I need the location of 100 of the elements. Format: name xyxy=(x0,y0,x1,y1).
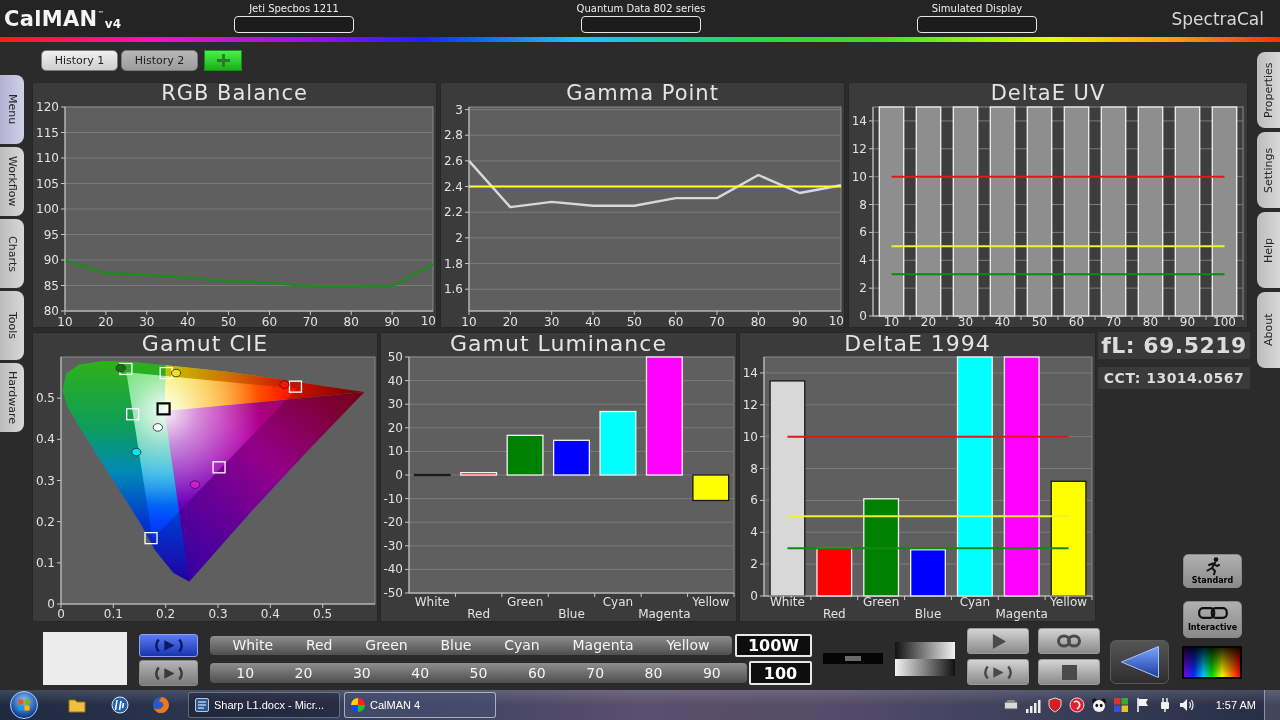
play-icon xyxy=(990,633,1006,649)
axis-tick-label: 14 xyxy=(851,113,867,128)
axis-tick-label: 4 xyxy=(750,525,758,540)
axis-tick-label: 0.2 xyxy=(156,607,176,621)
side-tab[interactable]: Charts xyxy=(0,219,24,288)
category-label: Red xyxy=(467,607,491,621)
axis-tick-label: 0.3 xyxy=(35,473,55,488)
patch-level-option[interactable]: 50 xyxy=(467,664,490,682)
category-label: 90 xyxy=(1179,315,1196,329)
patch-color-option[interactable]: Magenta xyxy=(570,637,636,654)
document-icon xyxy=(195,698,209,712)
history-tab[interactable]: History 1 xyxy=(41,50,118,71)
play-button[interactable] xyxy=(967,628,1029,654)
patch-level-option[interactable]: 40 xyxy=(409,664,432,682)
spectrum-icon[interactable] xyxy=(1182,646,1242,679)
patch-color-option[interactable]: Blue xyxy=(438,637,474,654)
axis-tick-label: 3 xyxy=(455,102,463,117)
axis-tick-label: 0 xyxy=(57,607,65,621)
selected-level-box[interactable]: 100 xyxy=(749,661,812,685)
globe-icon[interactable] xyxy=(152,696,170,714)
shield-icon[interactable] xyxy=(1046,697,1063,713)
patch-level-option[interactable]: 60 xyxy=(525,664,548,682)
category-label: 70 xyxy=(1105,315,1122,329)
side-tab[interactable]: Hardware xyxy=(0,363,24,432)
bear-icon[interactable] xyxy=(1090,697,1107,713)
category-label: Green xyxy=(862,595,900,609)
play-continuous-button[interactable] xyxy=(967,659,1029,685)
flag-icon[interactable] xyxy=(1134,697,1151,713)
device-label: Quantum Data 802 series xyxy=(576,3,706,15)
taskbar-button[interactable]: CalMAN 4 xyxy=(344,692,496,718)
brand-name: SpectraCal xyxy=(1171,8,1265,29)
axis-tick-label: 4 xyxy=(859,253,867,268)
device-field[interactable] xyxy=(917,16,1037,33)
patch-level-option[interactable]: 30 xyxy=(350,664,373,682)
mode-button[interactable]: Interactive xyxy=(1183,601,1242,638)
signal-bars-icon[interactable] xyxy=(1024,697,1041,713)
category-label: Blue xyxy=(914,607,942,621)
category-label: 20 xyxy=(920,315,937,329)
play-mode-button[interactable] xyxy=(139,660,198,686)
add-history-button[interactable] xyxy=(204,50,242,71)
mode-button[interactable]: Standard xyxy=(1183,554,1242,588)
axis-tick-label: -50 xyxy=(383,586,403,600)
side-tab[interactable]: Menu xyxy=(0,75,24,144)
start-button[interactable] xyxy=(8,690,40,720)
selected-patch-box[interactable]: 100W xyxy=(735,634,812,657)
device-icon[interactable] xyxy=(1002,697,1019,713)
device-field[interactable] xyxy=(581,16,701,33)
patch-color-option[interactable]: Yellow xyxy=(664,637,712,654)
axis-tick-label: 0.4 xyxy=(260,607,280,621)
axis-tick-label: 30 xyxy=(387,397,403,412)
gradient-pattern-icon[interactable] xyxy=(895,642,955,676)
axis-tick-label: 0 xyxy=(750,589,758,603)
folder-icon[interactable] xyxy=(68,697,86,713)
side-tab[interactable]: Settings xyxy=(1257,132,1280,208)
side-tab[interactable]: Workflow xyxy=(0,147,24,216)
left-triangle-icon xyxy=(1119,645,1160,679)
patch-color-option[interactable]: Green xyxy=(363,637,410,654)
patch-color-option[interactable]: White xyxy=(230,637,276,654)
chart-title: Gamma Point xyxy=(565,82,720,105)
loop-button[interactable] xyxy=(1038,628,1100,654)
speaker-icon[interactable] xyxy=(1178,697,1195,713)
side-tab[interactable]: Properties xyxy=(1257,52,1280,128)
side-tab[interactable]: Tools xyxy=(0,291,24,360)
category-label: Yellow xyxy=(692,595,730,609)
category-label: Green xyxy=(506,595,544,609)
patch-level-option[interactable]: 10 xyxy=(234,664,257,682)
axis-end-label: 10 xyxy=(420,314,436,328)
taskbar-button[interactable]: Sharp L1.docx - Micr... xyxy=(188,692,340,718)
patch-level-option[interactable]: 70 xyxy=(584,664,607,682)
show-desktop-button[interactable] xyxy=(1264,690,1280,720)
axis-tick-label: 20 xyxy=(502,315,518,329)
axis-tick-label: 20 xyxy=(387,420,403,435)
luminance-readout: fL: 69.5219 xyxy=(1098,332,1250,359)
patch-color-option[interactable]: Red xyxy=(303,637,335,654)
patch-level-option[interactable]: 20 xyxy=(292,664,315,682)
axis-tick-label: 2 xyxy=(859,281,867,296)
patch-level-option[interactable]: 80 xyxy=(642,664,665,682)
patch-level-option[interactable]: 90 xyxy=(700,664,723,682)
history-tab[interactable]: History 2 xyxy=(121,50,198,71)
side-tab[interactable]: About xyxy=(1257,292,1280,368)
chain-link-icon xyxy=(1197,607,1228,619)
axis-tick-label: -30 xyxy=(383,538,403,553)
stop-button[interactable] xyxy=(1038,659,1100,685)
device-field[interactable] xyxy=(234,16,354,33)
category-label: Cyan xyxy=(602,595,634,609)
grid-app-icon[interactable] xyxy=(1112,697,1129,713)
axis-tick-label: 10 xyxy=(461,315,477,329)
axis-tick-label: 90 xyxy=(384,315,400,329)
side-tab[interactable]: Help xyxy=(1257,212,1280,288)
back-button[interactable] xyxy=(1110,640,1169,684)
pattern-thumbnail-icon[interactable] xyxy=(823,653,883,664)
play-mode-button[interactable] xyxy=(139,634,198,657)
round-emblem-icon[interactable] xyxy=(111,696,129,714)
patch-color-option[interactable]: Cyan xyxy=(502,637,542,654)
chart-title: RGB Balance xyxy=(160,82,309,105)
device-label: Simulated Display xyxy=(931,3,1023,15)
axis-tick-label: 8 xyxy=(750,461,758,476)
category-label: Magenta xyxy=(638,607,691,621)
circle-app-icon[interactable] xyxy=(1068,697,1085,713)
chart-title: Gamut CIE xyxy=(140,332,270,356)
